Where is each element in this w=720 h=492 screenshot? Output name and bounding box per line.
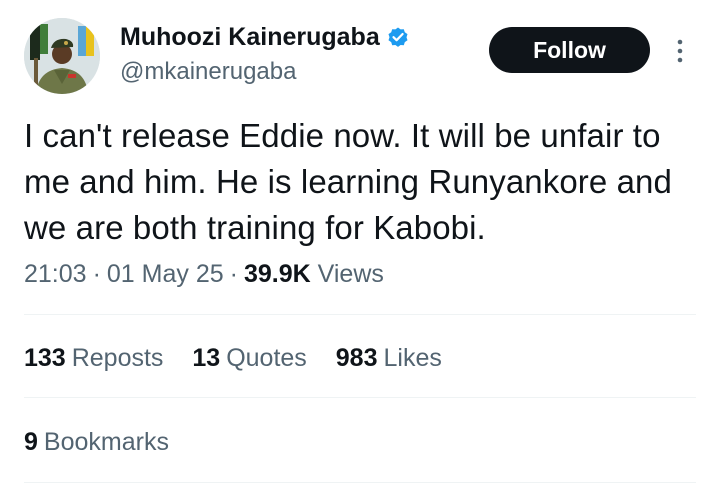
quotes-label: Quotes	[226, 344, 307, 372]
likes-label: Likes	[383, 344, 442, 372]
meta-separator: ·	[229, 260, 238, 288]
avatar-image	[24, 18, 100, 94]
author-name-text[interactable]: Muhoozi Kainerugaba	[120, 23, 380, 51]
tweet-text-line: we are both training for Kabobi.	[24, 209, 486, 246]
reposts-stat[interactable]: 133 Reposts	[24, 340, 163, 376]
tweet-text: I can't release Eddie now. It will be un…	[24, 113, 714, 251]
author-name[interactable]: Muhoozi Kainerugaba	[120, 20, 410, 54]
likes-stat[interactable]: 983 Likes	[336, 340, 442, 376]
reposts-label: Reposts	[71, 344, 164, 372]
tweet-card: Muhoozi Kainerugaba @mkainerugaba Follow…	[0, 0, 720, 492]
divider	[24, 482, 696, 483]
tweet-meta: 21:03 · 01 May 25 · 39.9K Views	[24, 256, 384, 292]
tweet-time[interactable]: 21:03	[24, 260, 87, 288]
views-count: 39.9K	[243, 260, 311, 288]
likes-count: 983	[335, 344, 378, 372]
divider	[24, 397, 696, 398]
meta-separator: ·	[92, 260, 101, 288]
bookmarks-count: 9	[24, 428, 38, 456]
follow-button[interactable]: Follow	[489, 27, 650, 73]
quotes-count: 13	[192, 344, 221, 372]
bookmarks-label: Bookmarks	[43, 428, 169, 456]
engagement-stats: 133 Reposts 13 Quotes 983 Likes	[24, 340, 464, 376]
views-label: Views	[317, 260, 384, 288]
more-options-icon[interactable]	[670, 36, 690, 66]
reposts-count: 133	[24, 344, 66, 372]
divider	[24, 314, 696, 315]
avatar[interactable]	[24, 18, 100, 94]
tweet-text-line: me and him. He is learning Runyankore an…	[24, 163, 672, 200]
author-handle[interactable]: @mkainerugaba	[120, 56, 296, 88]
verified-badge-icon	[388, 27, 408, 47]
tweet-date[interactable]: 01 May 25	[107, 260, 224, 288]
quotes-stat[interactable]: 13 Quotes	[192, 340, 306, 376]
tweet-text-line: I can't release Eddie now. It will be un…	[24, 117, 661, 154]
bookmarks-stat[interactable]: 9 Bookmarks	[24, 424, 169, 460]
